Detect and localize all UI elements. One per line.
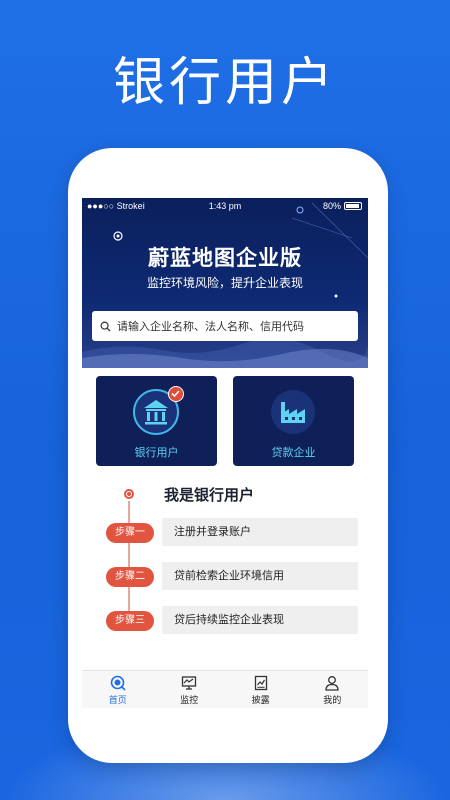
- tab-monitor[interactable]: 监控: [154, 671, 226, 708]
- tab-disclosure[interactable]: 披露: [225, 671, 297, 708]
- home-search-icon: [110, 675, 126, 691]
- tab-home[interactable]: 首页: [82, 671, 154, 708]
- step-text: 注册并登录账户: [162, 518, 358, 546]
- step-badge: 步骤一: [106, 523, 154, 543]
- step-item[interactable]: 步骤一 注册并登录账户: [106, 518, 358, 546]
- tab-me[interactable]: 我的: [297, 671, 369, 708]
- section-title: 我是银行用户: [164, 486, 255, 504]
- step-badge: 步骤二: [106, 567, 154, 587]
- step-item[interactable]: 步骤二 贷前检索企业环境信用: [106, 562, 358, 590]
- app-screen: ●●●○○ Strokei 1:43 pm 80% 蔚蓝地图企业版 监控环境风险…: [82, 198, 368, 708]
- battery-icon: [344, 202, 362, 210]
- battery-percent: 80%: [322, 201, 341, 211]
- status-bar: ●●●○○ Strokei 1:43 pm 80%: [82, 198, 368, 214]
- step-badge: 步骤三: [106, 611, 154, 631]
- promo-title: 银行用户: [112, 53, 337, 113]
- bank-user-label: 银行用户: [134, 446, 179, 459]
- disclosure-icon: [254, 675, 267, 691]
- user-type-cards: 银行用户 贷款企业: [96, 376, 354, 466]
- timeline-start-icon: [124, 489, 134, 499]
- app-subtitle: 监控环境风险，提升企业表现: [146, 276, 303, 290]
- bottom-tab-bar: 首页 监控 披露 我的: [82, 670, 368, 708]
- step-text: 贷后持续监控企业表现: [162, 606, 358, 634]
- loan-enterprise-label: 贷款企业: [271, 446, 316, 459]
- bank-user-card[interactable]: 银行用户: [96, 376, 217, 466]
- monitor-icon: [182, 676, 197, 690]
- app-title: 蔚蓝地图企业版: [148, 246, 302, 270]
- tab-monitor-label: 监控: [180, 696, 199, 706]
- search-placeholder: 请输入企业名称、法人名称、信用代码: [117, 320, 304, 333]
- search-input[interactable]: 请输入企业名称、法人名称、信用代码: [92, 311, 358, 341]
- loan-enterprise-card[interactable]: 贷款企业: [233, 376, 354, 466]
- tab-disclosure-label: 披露: [251, 696, 270, 706]
- step-item[interactable]: 步骤三 贷后持续监控企业表现: [106, 606, 358, 634]
- tab-me-label: 我的: [323, 696, 342, 706]
- tab-home-label: 首页: [108, 696, 127, 706]
- user-icon: [325, 676, 339, 691]
- search-icon: [100, 321, 111, 332]
- battery-indicator: 80%: [323, 201, 362, 211]
- selected-check-icon: [168, 386, 184, 402]
- phone-frame: ●●●○○ Strokei 1:43 pm 80% 蔚蓝地图企业版 监控环境风险…: [68, 148, 388, 763]
- hero-banner: ●●●○○ Strokei 1:43 pm 80% 蔚蓝地图企业版 监控环境风险…: [82, 198, 368, 368]
- step-text: 贷前检索企业环境信用: [162, 562, 358, 590]
- factory-icon: [271, 390, 315, 434]
